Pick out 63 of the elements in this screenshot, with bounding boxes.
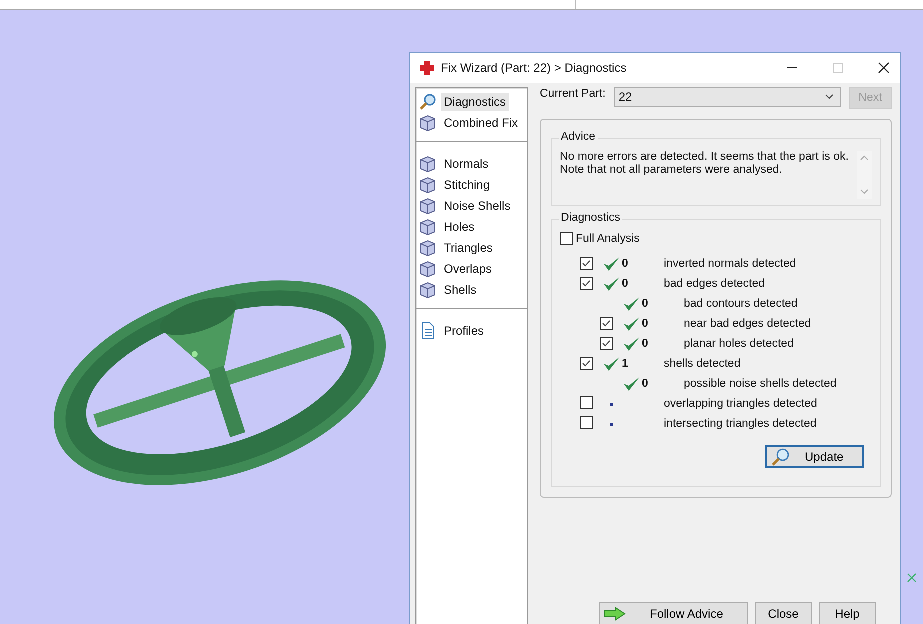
cube-icon [419,260,437,278]
diagnostic-label: near bad edges detected [684,318,812,330]
diagnostic-label: inverted normals detected [664,258,796,270]
sidebar-item[interactable]: Profiles [419,320,524,341]
checkbox[interactable] [580,356,593,370]
cube-icon [419,238,437,256]
cube-icon [419,218,437,236]
cube-icon [419,196,437,214]
advice-text: No more errors are detected. It seems that the part is ok. [560,151,850,164]
part-dropdown[interactable]: 22 [614,87,841,107]
dialog-button[interactable]: Follow Advice [599,602,748,624]
checkbox[interactable] [580,396,593,409]
cube-icon [419,114,437,132]
diagnostic-label: shells detected [664,358,741,370]
advice-text: Note that not all parameters were analysed. [560,164,784,177]
cross-icon [419,60,435,76]
count-text: 0 [622,278,628,290]
close-icon[interactable] [878,62,890,74]
checkbox[interactable] [580,276,593,290]
diagnostic-label: bad edges detected [664,278,766,290]
checkbox[interactable] [580,256,593,270]
chevron-up-icon [860,155,869,161]
count-text: 0 [642,338,648,350]
count-text: 0 [642,318,648,330]
chevron-down-icon [860,189,869,195]
sidebar-item[interactable]: Combined Fix [419,112,524,133]
diagnostic-label: bad contours detected [684,298,798,310]
group-title: Diagnostics [559,212,622,224]
diagnostic-label: planar holes detected [684,338,794,350]
count-text: 0 [642,378,648,390]
sidebar-item[interactable]: Overlaps [419,258,524,279]
checkbox[interactable] [560,232,573,245]
sidebar-item[interactable]: Holes [419,216,524,237]
diagnostic-label: possible noise shells detected [684,378,837,390]
checkbox-label: Full Analysis [576,232,640,244]
magnifier-icon [419,92,437,110]
cube-icon [419,176,437,194]
close-icon [907,573,917,583]
diagnostic-label: intersecting triangles detected [664,418,817,430]
sidebar-item[interactable]: Shells [419,279,524,300]
count-text: 0 [622,258,628,270]
checkbox[interactable] [600,336,613,350]
checkbox[interactable] [600,316,613,330]
sidebar-item[interactable]: Stitching [419,174,524,195]
scrollbar[interactable] [857,151,872,199]
window-title: Fix Wizard (Part: 22) > Diagnostics [441,61,627,75]
diagnostic-label: overlapping triangles detected [664,398,818,410]
cube-icon [419,154,437,172]
update-button[interactable]: Update [765,445,864,468]
sidebar-item[interactable]: Noise Shells [419,195,524,216]
chevron-down-icon [825,94,834,100]
cube-icon [419,280,437,298]
sidebar-item[interactable]: Normals [419,153,524,174]
count-text: 1 [622,358,628,370]
current-part-label: Current Part: [540,87,606,100]
dialog-button[interactable]: Help [819,602,876,624]
dialog-button[interactable]: Close [755,602,812,624]
right-arrow-icon [604,607,626,621]
sidebar-item[interactable]: Triangles [419,237,524,258]
count-text: 0 [642,298,648,310]
magnifier-icon [771,448,791,466]
group-title: Advice [559,131,598,143]
checkbox[interactable] [580,416,593,429]
